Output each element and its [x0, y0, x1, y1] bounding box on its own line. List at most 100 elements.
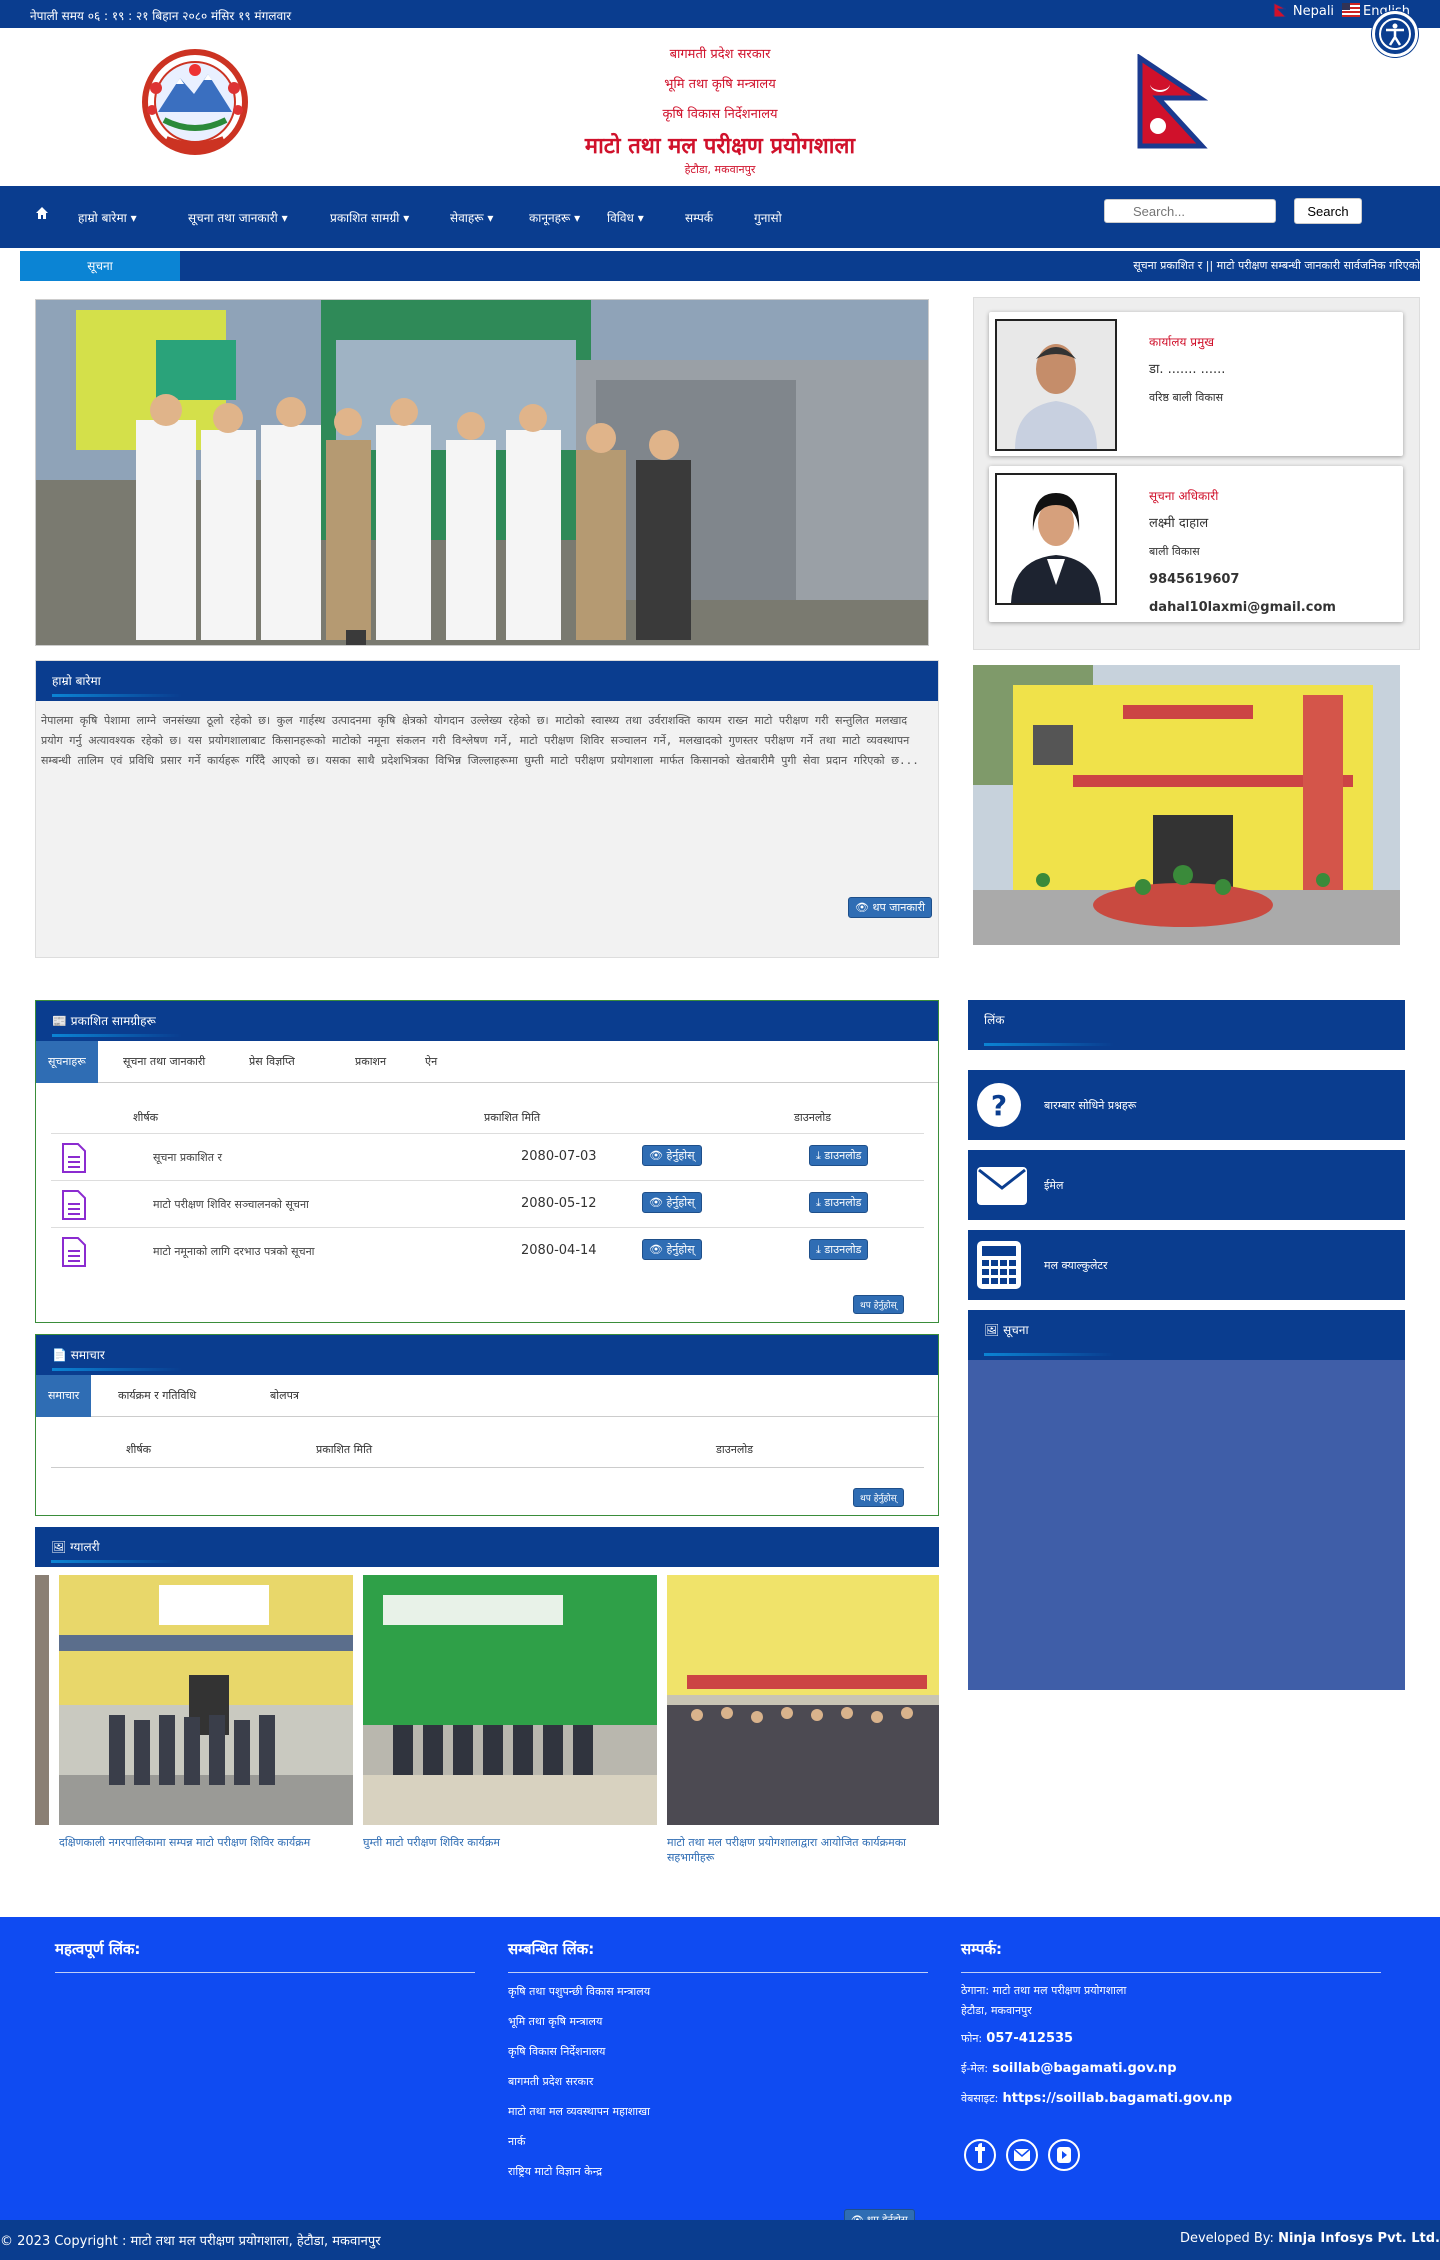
row-date: 2080-07-03: [521, 1149, 597, 1164]
site-header: बागमती प्रदेश सरकार भूमि तथा कृषि मन्त्र…: [0, 28, 1440, 186]
news-ticker: सूचना सूचना प्रकाशित र || माटो परीक्षण स…: [20, 251, 1420, 281]
footer-phone: 057-412535: [986, 2031, 1074, 2046]
footer-link[interactable]: माटो तथा मल व्यवस्थापन महाशाखा: [508, 2097, 928, 2127]
row-date: 2080-05-12: [521, 1196, 597, 1211]
link-email[interactable]: ईमेल: [968, 1150, 1405, 1220]
footer-address: ठेगाना: माटो तथा मल परीक्षण प्रयोगशाला: [961, 1984, 1127, 1997]
gallery-caption[interactable]: घुम्ती माटो परीक्षण शिविर कार्यक्रम: [363, 1835, 657, 1850]
publications-panel: 📰 प्रकाशित सामग्रीहरू सूचनाहरू सूचना तथा…: [35, 1000, 939, 1323]
accessibility-button[interactable]: [1372, 11, 1418, 57]
tab-acts[interactable]: ऐन: [413, 1041, 449, 1083]
col-header-date: प्रकाशित मिति: [484, 1111, 541, 1124]
ticker-message[interactable]: सूचना प्रकाशित र || माटो परीक्षण सम्बन्ध…: [1133, 251, 1420, 281]
download-button[interactable]: ⤓ डाउनलोड: [809, 1239, 869, 1260]
footer-link[interactable]: कृषि तथा पशुपन्छी विकास मन्त्रालय: [508, 1977, 928, 2007]
tab-programs[interactable]: कार्यक्रम र गतिविधि: [106, 1375, 208, 1417]
home-icon[interactable]: [35, 206, 49, 223]
row-title[interactable]: माटो परीक्षण शिविर सञ्चालनको सूचना: [153, 1197, 309, 1212]
nav-item-grievance[interactable]: गुनासो: [754, 209, 782, 226]
gallery-image[interactable]: [667, 1575, 939, 1825]
news-more-button[interactable]: थप हेर्नुहोस्: [853, 1488, 904, 1507]
tab-publication[interactable]: प्रकाशन: [343, 1041, 398, 1083]
main-navigation: हाम्रो बारेमा ▾ सूचना तथा जानकारी ▾ प्रक…: [0, 186, 1440, 248]
nav-item-about[interactable]: हाम्रो बारेमा ▾: [78, 209, 137, 226]
gallery-caption[interactable]: दक्षिणकाली नगरपालिकामा सम्पन्न माटो परीक…: [59, 1835, 353, 1850]
footer-link[interactable]: नार्क: [508, 2127, 928, 2157]
gallery-image[interactable]: [59, 1575, 353, 1825]
download-icon: ⤓: [816, 1243, 821, 1256]
download-icon: ⤓: [816, 1149, 821, 1162]
link-calculator[interactable]: मल क्याल्कुलेटर: [968, 1230, 1405, 1300]
view-button[interactable]: 👁 हेर्नुहोस्: [642, 1239, 702, 1260]
footer-col-title: सम्बन्धित लिंक:: [508, 1933, 928, 1973]
lang-nepali[interactable]: Nepali: [1272, 3, 1334, 19]
search-button[interactable]: Search: [1294, 198, 1362, 224]
eye-icon: 👁: [854, 901, 869, 914]
developer-link[interactable]: Ninja Infosys Pvt. Ltd.: [1278, 2231, 1440, 2246]
official-position: वरिष्ठ बाली विकास: [1149, 391, 1224, 404]
nav-item-laws[interactable]: कानूनहरू ▾: [529, 209, 580, 226]
footer-website[interactable]: https://soillab.bagamati.gov.np: [1002, 2091, 1232, 2106]
file-icon: 📄: [52, 1348, 67, 1362]
tab-information[interactable]: सूचना तथा जानकारी: [111, 1041, 217, 1083]
header-line-directorate: कृषि विकास निर्देशनालय: [662, 107, 778, 122]
footer-email[interactable]: soillab@bagamati.gov.np: [992, 2061, 1176, 2076]
view-button[interactable]: 👁 हेर्नुहोस्: [642, 1145, 702, 1166]
footer-link[interactable]: राष्ट्रिय माटो विज्ञान केन्द्र: [508, 2157, 928, 2187]
links-sidebar: लिंक ? बारम्बार सोधिने प्रश्नहरू ईमेल मल…: [968, 1000, 1405, 1690]
gallery-image-partial[interactable]: [35, 1575, 49, 1825]
about-more-button[interactable]: 👁 थप जानकारी: [847, 897, 932, 918]
footer-link[interactable]: कृषि विकास निर्देशनालय: [508, 2037, 928, 2067]
facebook-icon[interactable]: [963, 2138, 997, 2172]
about-panel: हाम्रो बारेमा नेपालमा कृषि पेशामा लाग्ने…: [35, 660, 939, 958]
nepal-emblem-logo[interactable]: [136, 48, 254, 156]
download-button[interactable]: ⤓ डाउनलोड: [809, 1145, 869, 1166]
office-building-image: [973, 665, 1400, 945]
download-button[interactable]: ⤓ डाउनलोड: [809, 1192, 869, 1213]
footer-link[interactable]: बागमती प्रदेश सरकार: [508, 2067, 928, 2097]
tab-tenders[interactable]: बोलपत्र: [258, 1375, 311, 1417]
link-faq[interactable]: ? बारम्बार सोधिने प्रश्नहरू: [968, 1070, 1405, 1140]
news-panel: 📄 समाचार समाचार कार्यक्रम र गतिविधि बोलप…: [35, 1334, 939, 1516]
gallery-caption[interactable]: माटो तथा मल परीक्षण प्रयोगशालाद्वारा आयो…: [667, 1835, 939, 1865]
us-flag-icon: [1342, 3, 1361, 17]
nav-item-services[interactable]: सेवाहरू ▾: [450, 209, 493, 226]
image-icon: 🖼: [984, 1323, 1000, 1337]
tab-press-release[interactable]: प्रेस विज्ञप्ति: [237, 1041, 307, 1083]
chevron-down-icon: ▾: [637, 211, 644, 225]
mail-icon[interactable]: [1005, 2138, 1039, 2172]
nepal-flag-icon: [1273, 3, 1287, 17]
developer-credit: Developed By: Ninja Infosys Pvt. Ltd.: [1179, 2231, 1440, 2246]
footer-link[interactable]: भूमि तथा कृषि मन्त्रालय: [508, 2007, 928, 2037]
nepal-flag-image: [1137, 54, 1208, 149]
eye-icon: 👁: [649, 1149, 663, 1162]
nav-item-contact[interactable]: सम्पर्क: [685, 209, 713, 226]
row-title[interactable]: माटो नमूनाको लागि दरभाउ पत्रको सूचना: [153, 1244, 315, 1259]
calculator-icon: [977, 1241, 1021, 1289]
row-title[interactable]: सूचना प्रकाशित र: [153, 1150, 222, 1165]
top-bar: नेपाली समय ०६ : १९ : २१ बिहान २०८० मंसिर…: [0, 0, 1440, 28]
tab-news[interactable]: समाचार: [36, 1375, 92, 1417]
hero-slider-image[interactable]: [35, 299, 929, 646]
nav-item-publications[interactable]: प्रकाशित सामग्री ▾: [330, 209, 409, 226]
official-position: बाली विकास: [1149, 545, 1200, 558]
search-input[interactable]: [1104, 199, 1276, 223]
official-photo: [995, 473, 1117, 605]
document-icon: [62, 1143, 86, 1173]
about-panel-header: हाम्रो बारेमा: [36, 661, 938, 701]
gallery-panel: 🖼 ग्यालरी दक्षिणकाली नगरपालिकामा सम्पन्न…: [35, 1527, 939, 1865]
official-photo: [995, 319, 1117, 451]
view-button[interactable]: 👁 हेर्नुहोस्: [642, 1192, 702, 1213]
publications-more-button[interactable]: थप हेर्नुहोस्: [853, 1295, 904, 1314]
envelope-icon: [977, 1167, 1027, 1205]
nav-item-information[interactable]: सूचना तथा जानकारी ▾: [188, 209, 288, 226]
youtube-icon[interactable]: [1047, 2138, 1081, 2172]
publications-tabs: सूचनाहरू सूचना तथा जानकारी प्रेस विज्ञप्…: [36, 1041, 938, 1083]
header-line-ministry: भूमि तथा कृषि मन्त्रालय: [664, 77, 776, 92]
tab-notices[interactable]: सूचनाहरू: [36, 1041, 98, 1083]
col-header-date: प्रकाशित मिति: [316, 1443, 373, 1456]
svg-text:?: ?: [991, 1089, 1007, 1122]
gallery-image[interactable]: [363, 1575, 657, 1825]
official-email[interactable]: dahal10laxmi@gmail.com: [1149, 594, 1336, 622]
nav-item-misc[interactable]: विविध ▾: [607, 209, 644, 226]
